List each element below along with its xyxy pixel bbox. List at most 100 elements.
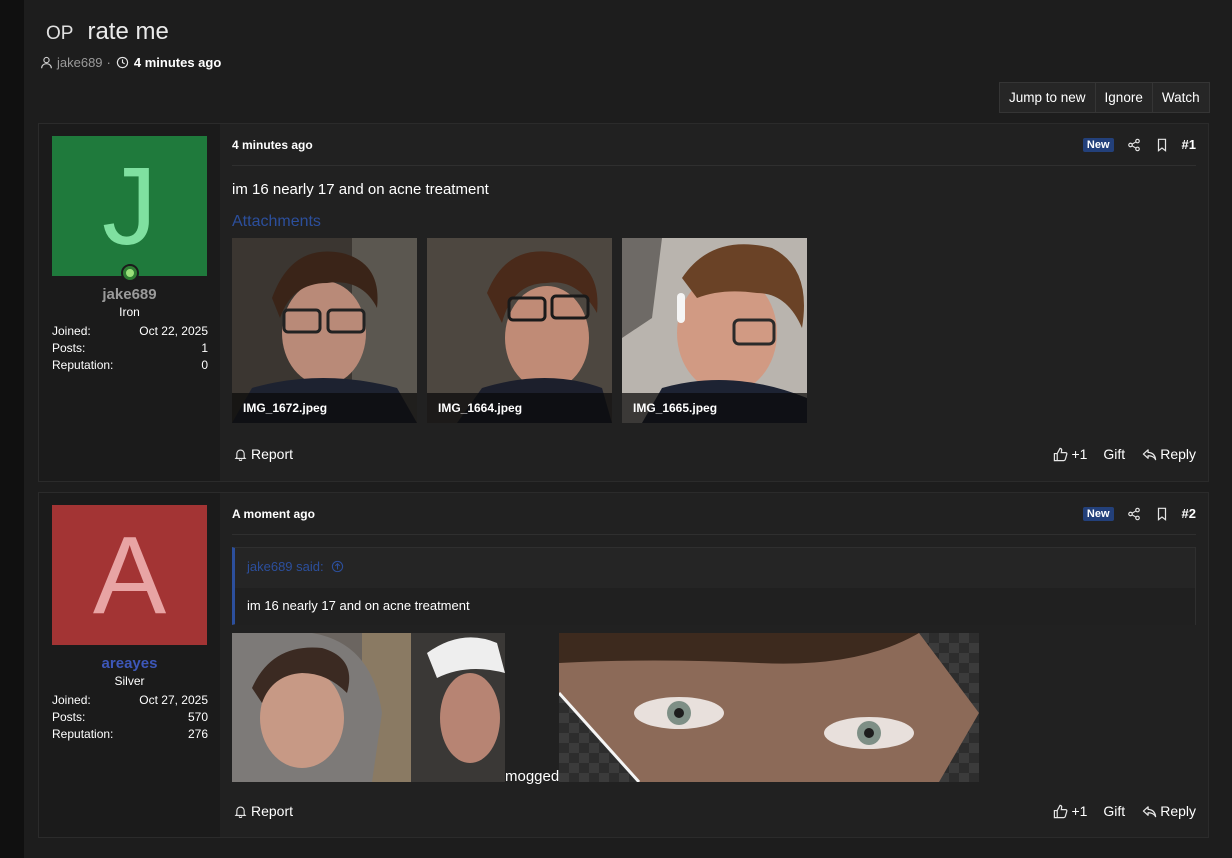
gift-button[interactable]: Gift [1103, 446, 1125, 462]
reply-button[interactable]: Reply [1141, 446, 1196, 462]
bookmark-icon[interactable] [1154, 137, 1170, 153]
clock-icon [115, 54, 131, 70]
post-user-sidebar: A areayes Silver Joined: Oct 27, 2025 Po… [39, 493, 220, 837]
gift-button[interactable]: Gift [1103, 803, 1125, 819]
user-stats: Joined: Oct 27, 2025 Posts: 570 Reputati… [52, 693, 208, 744]
bookmark-icon[interactable] [1154, 506, 1170, 522]
post-number-link[interactable]: #1 [1182, 137, 1196, 152]
attachment-thumbnail[interactable]: IMG_1672.jpeg [232, 238, 417, 423]
stat-value: 276 [187, 727, 208, 741]
reply-icon [1141, 446, 1157, 462]
attachment-thumbnail[interactable]: IMG_1665.jpeg [622, 238, 807, 423]
quote-header[interactable]: jake689 said: [247, 558, 346, 574]
thread-meta: jake689 · 4 minutes ago [38, 54, 221, 70]
like-count: +1 [1071, 446, 1088, 462]
stat-posts: Posts: 570 [52, 710, 208, 727]
post-main: 4 minutes ago New #1 im 16 nearly 17 and… [232, 124, 1196, 481]
thread-title: OP rate me [46, 18, 169, 46]
post-1: J jake689 Iron Joined: Oct 22, 2025 Post… [38, 123, 1209, 482]
stat-value: 570 [187, 710, 208, 724]
bell-icon [232, 803, 248, 819]
post-header: A moment ago New #2 [232, 493, 1196, 535]
stat-value: 0 [201, 358, 208, 372]
stat-joined: Joined: Oct 22, 2025 [52, 324, 208, 341]
attachment-list: IMG_1672.jpeg IMG_1664.jpeg IMG_1665.jpe… [232, 238, 807, 423]
left-rail [0, 0, 24, 858]
like-button[interactable]: +1 [1052, 446, 1087, 462]
post-date[interactable]: A moment ago [232, 507, 315, 521]
username-link[interactable]: jake689 [39, 286, 220, 303]
post-main: A moment ago New #2 jake689 said: im 16 … [232, 493, 1196, 837]
post-date[interactable]: 4 minutes ago [232, 138, 313, 152]
quote-block: jake689 said: im 16 nearly 17 and on acn… [232, 547, 1196, 625]
attachment-filename: IMG_1664.jpeg [427, 393, 612, 423]
report-button[interactable]: Report [232, 803, 293, 819]
thread-time[interactable]: 4 minutes ago [134, 55, 221, 70]
post-message: im 16 nearly 17 and on acne treatment [232, 181, 489, 198]
like-button[interactable]: +1 [1052, 803, 1087, 819]
embedded-image[interactable] [232, 633, 505, 782]
username-link[interactable]: areayes [39, 655, 220, 672]
post-header-actions: New #2 [1082, 506, 1196, 522]
stat-value: Oct 27, 2025 [139, 693, 208, 707]
post-reactions: +1 Gift Reply [1052, 446, 1196, 462]
arrow-up-circle-icon[interactable] [330, 558, 346, 574]
stat-reputation: Reputation: 0 [52, 358, 208, 375]
stat-label: Reputation: [52, 727, 114, 741]
avatar-initial: A [92, 513, 167, 637]
user-rank: Silver [114, 674, 145, 688]
stat-label: Reputation: [52, 358, 114, 372]
like-count: +1 [1071, 803, 1088, 819]
stat-reputation: Reputation: 276 [52, 727, 208, 744]
report-label: Report [251, 803, 294, 819]
stat-joined: Joined: Oct 27, 2025 [52, 693, 208, 710]
jump-to-new-button[interactable]: Jump to new [1000, 83, 1096, 112]
embedded-image[interactable] [559, 633, 979, 782]
attachment-thumbnail[interactable]: IMG_1664.jpeg [427, 238, 612, 423]
embedded-photo [559, 633, 979, 782]
thread-page: OP rate me jake689 · 4 minutes ago Jump … [24, 0, 1232, 858]
ignore-button[interactable]: Ignore [1096, 83, 1153, 112]
share-icon[interactable] [1126, 506, 1142, 522]
attachments-heading: Attachments [232, 213, 321, 230]
avatar[interactable]: A [52, 505, 207, 645]
reply-button[interactable]: Reply [1141, 803, 1196, 819]
thread-author-link[interactable]: jake689 [57, 55, 103, 70]
watch-button[interactable]: Watch [1153, 83, 1209, 112]
new-badge: New [1082, 137, 1114, 152]
post-reactions: +1 Gift Reply [1052, 803, 1196, 819]
thread-title-text: rate me [87, 18, 169, 45]
stat-label: Posts: [52, 341, 86, 355]
op-tag: OP [46, 23, 74, 44]
reply-icon [1141, 803, 1157, 819]
reply-label: Reply [1160, 803, 1196, 819]
share-icon[interactable] [1126, 137, 1142, 153]
quote-author: jake689 said: [247, 558, 324, 574]
post-footer: Report +1 Gift Reply [232, 446, 1196, 462]
stat-posts: Posts: 1 [52, 341, 208, 358]
stat-value: Oct 22, 2025 [139, 324, 208, 338]
thread-actions: Jump to new Ignore Watch [999, 82, 1210, 113]
embedded-photo [232, 633, 505, 782]
stat-label: Joined: [52, 324, 91, 338]
reply-label: Reply [1160, 446, 1196, 462]
avatar-initial: J [102, 144, 157, 268]
user-stats: Joined: Oct 22, 2025 Posts: 1 Reputation… [52, 324, 208, 375]
meta-separator: · [106, 54, 111, 70]
post-footer: Report +1 Gift Reply [232, 803, 1196, 819]
thumbs-up-icon [1052, 803, 1068, 819]
attachment-filename: IMG_1665.jpeg [622, 393, 807, 423]
avatar[interactable]: J [52, 136, 207, 276]
post-message: mogged [505, 768, 560, 785]
stat-label: Joined: [52, 693, 91, 707]
quote-text: im 16 nearly 17 and on acne treatment [235, 588, 1195, 625]
report-button[interactable]: Report [232, 446, 293, 462]
new-badge: New [1082, 506, 1114, 521]
online-status-icon [121, 264, 139, 282]
stat-label: Posts: [52, 710, 86, 724]
post-header-actions: New #1 [1082, 137, 1196, 153]
report-label: Report [251, 446, 294, 462]
post-number-link[interactable]: #2 [1182, 506, 1196, 521]
thumbs-up-icon [1052, 446, 1068, 462]
attachment-filename: IMG_1672.jpeg [232, 393, 417, 423]
